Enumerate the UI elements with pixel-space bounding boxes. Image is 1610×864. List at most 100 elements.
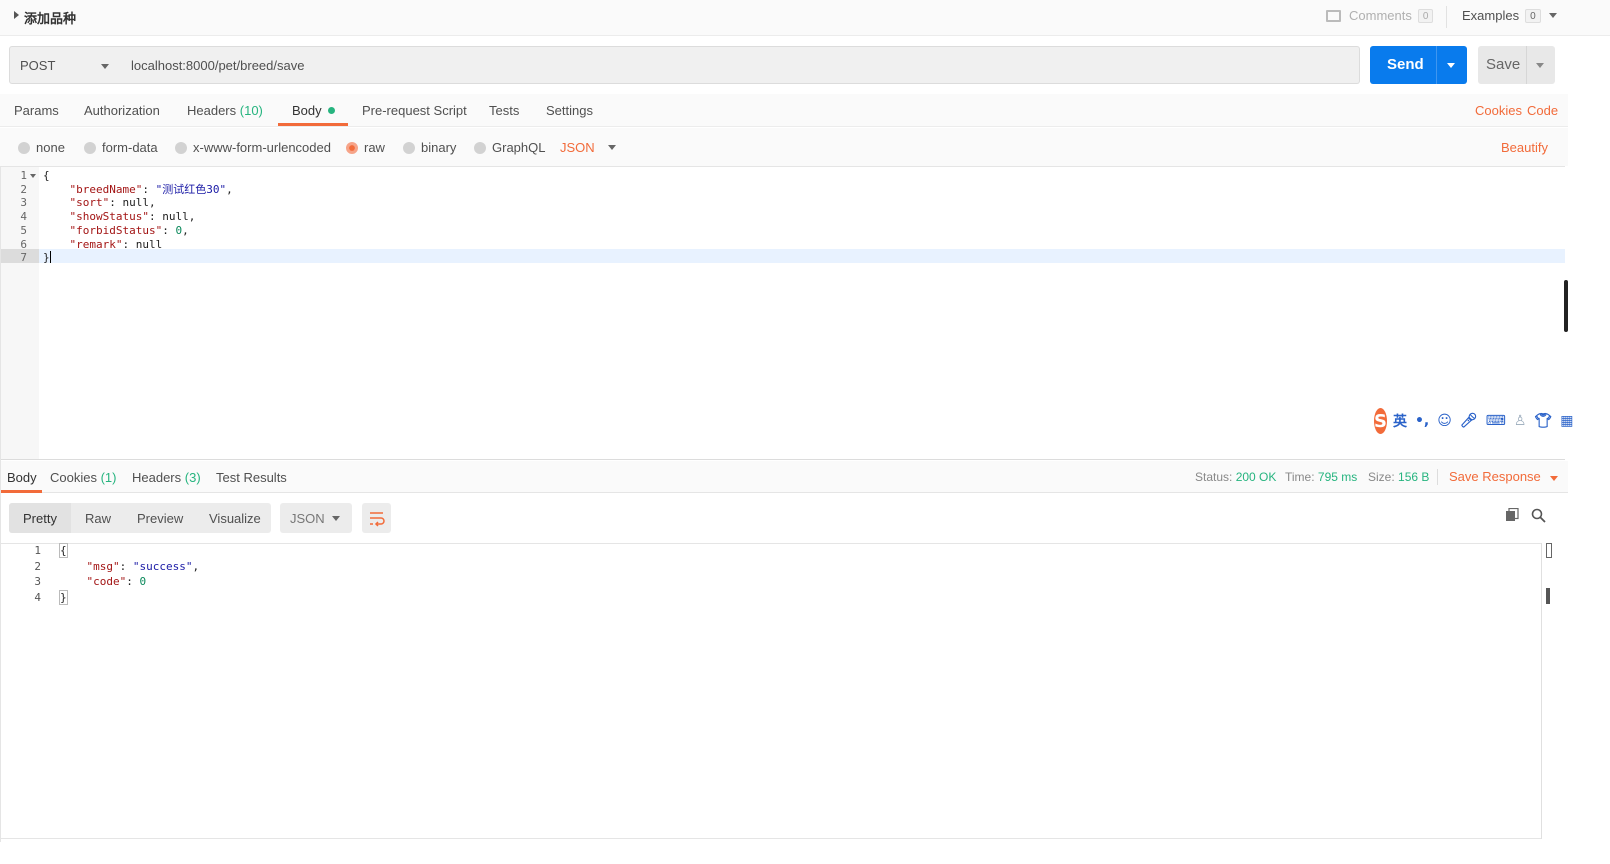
- json-value: 0: [139, 575, 147, 588]
- keyboard-icon[interactable]: ⌨: [1486, 413, 1506, 429]
- json-key: "forbidStatus": [69, 223, 163, 237]
- code-line: 6 "remark": null: [0, 238, 1565, 252]
- ime-mode[interactable]: 英: [1393, 411, 1407, 431]
- radio-binary[interactable]: binary: [403, 140, 456, 155]
- cookies-link[interactable]: Cookies: [1475, 103, 1522, 118]
- collapse-caret-icon[interactable]: [14, 11, 19, 19]
- response-line: 3 "code": 0: [0, 574, 1540, 590]
- radio-raw[interactable]: raw: [346, 140, 385, 155]
- tab-tests[interactable]: Tests: [489, 103, 519, 118]
- tab-pre-request-script[interactable]: Pre-request Script: [362, 103, 467, 118]
- request-body-editor[interactable]: 1{2 "breedName": "测试红色30", 3 "sort": null…: [0, 166, 1565, 460]
- json-comma: ,: [182, 223, 189, 237]
- method-value: POST: [20, 58, 56, 73]
- tab-headers-label: Headers: [187, 103, 237, 118]
- response-body-viewer[interactable]: 1{2 "msg": "success", 3 "code": 0 4}: [0, 543, 1541, 839]
- tab-settings[interactable]: Settings: [546, 103, 593, 118]
- radio-none[interactable]: none: [18, 140, 65, 155]
- save-response-label: Save Response: [1449, 469, 1541, 484]
- radio-urlencoded-label: x-www-form-urlencoded: [193, 140, 331, 155]
- code-line: 5 "forbidStatus": 0,: [0, 224, 1565, 238]
- time-label: Time:: [1285, 470, 1315, 484]
- status-label: Status:: [1195, 470, 1233, 484]
- code-text: "sort": null,: [43, 196, 156, 210]
- copy-icon[interactable]: [1505, 508, 1519, 522]
- tab-body[interactable]: Body: [292, 103, 335, 118]
- view-raw[interactable]: Raw: [85, 511, 111, 526]
- body-format-select[interactable]: JSON: [560, 140, 616, 155]
- brace: }: [59, 589, 68, 605]
- brace: {: [59, 543, 68, 558]
- time-value: 795 ms: [1317, 470, 1358, 484]
- method-select[interactable]: POST: [9, 46, 122, 84]
- json-colon: :: [142, 182, 156, 196]
- code-text: "forbidStatus": 0,: [43, 224, 189, 238]
- status-readout: Status: 200 OK: [1195, 470, 1276, 484]
- microphone-icon[interactable]: 🎤︎: [1460, 413, 1478, 429]
- divider: [1541, 543, 1542, 839]
- radio-graphql[interactable]: GraphQL: [474, 140, 545, 155]
- search-icon[interactable]: [1531, 508, 1546, 523]
- wrap-lines-icon: [370, 512, 385, 527]
- request-title[interactable]: 添加品种: [24, 8, 76, 27]
- code-text: "code": 0: [60, 574, 147, 590]
- comments-button[interactable]: Comments 0: [1326, 8, 1434, 23]
- code-line: 3 "sort": null,: [0, 196, 1565, 210]
- user-icon[interactable]: ♙: [1514, 413, 1527, 429]
- brace: }: [43, 251, 50, 265]
- ime-toolbar[interactable]: S 英 •, ☺ 🎤︎ ⌨ ♙ 👕︎ ▦: [1374, 408, 1574, 434]
- view-preview[interactable]: Preview: [137, 511, 183, 526]
- ime-punctuation[interactable]: •,: [1415, 413, 1429, 429]
- url-value: localhost:8000/pet/breed/save: [131, 58, 305, 73]
- tab-params[interactable]: Params: [14, 103, 59, 118]
- text-cursor: [49, 251, 51, 264]
- response-view-modes: Pretty Raw Preview Visualize: [9, 503, 271, 533]
- radio-icon: [84, 141, 96, 154]
- radio-urlencoded[interactable]: x-www-form-urlencoded: [175, 140, 331, 155]
- code-line: 2 "breedName": "测试红色30",: [0, 183, 1565, 197]
- size-readout: Size: 156 B: [1368, 470, 1429, 484]
- json-key: "msg": [86, 559, 120, 573]
- beautify-link[interactable]: Beautify: [1501, 140, 1548, 155]
- radio-form-data[interactable]: form-data: [84, 140, 158, 155]
- save-button[interactable]: Save: [1478, 46, 1555, 84]
- divider: [1446, 6, 1447, 28]
- view-visualize[interactable]: Visualize: [209, 511, 261, 526]
- save-response-button[interactable]: Save Response: [1449, 469, 1558, 484]
- response-tab-body[interactable]: Body: [7, 470, 37, 485]
- line-number: 3: [20, 196, 27, 210]
- wrap-lines-button[interactable]: [362, 503, 391, 533]
- tab-authorization[interactable]: Authorization: [84, 103, 160, 118]
- radio-raw-label: raw: [364, 140, 385, 155]
- request-tabs: Params Authorization Headers (10) Body P…: [0, 94, 1568, 127]
- code-link[interactable]: Code: [1527, 103, 1558, 118]
- response-format-select[interactable]: JSON: [280, 503, 352, 533]
- editor-scrollbar[interactable]: [1564, 280, 1568, 332]
- fold-chevron-icon[interactable]: [30, 174, 36, 178]
- divider: [1437, 469, 1438, 485]
- send-options-chevron-icon[interactable]: [1447, 63, 1455, 68]
- response-tab-test-results[interactable]: Test Results: [216, 470, 287, 485]
- code-line: 7}: [0, 251, 1565, 265]
- response-scrollbar-thumb[interactable]: [1546, 588, 1550, 604]
- view-pretty[interactable]: Pretty: [23, 511, 57, 526]
- examples-button[interactable]: Examples 0: [1462, 8, 1557, 23]
- json-value: "测试红色30": [155, 182, 227, 196]
- json-key: "code": [86, 575, 127, 588]
- send-button[interactable]: Send: [1370, 46, 1467, 84]
- response-tab-cookies[interactable]: Cookies (1): [50, 470, 116, 485]
- url-input[interactable]: localhost:8000/pet/breed/save: [121, 46, 1360, 84]
- line-number: 6: [20, 237, 27, 251]
- response-tab-headers[interactable]: Headers (3): [132, 470, 201, 485]
- save-options-chevron-icon[interactable]: [1536, 63, 1544, 68]
- skin-icon[interactable]: 👕︎: [1534, 413, 1552, 429]
- tab-headers[interactable]: Headers (10): [187, 103, 263, 118]
- grid-icon[interactable]: ▦: [1560, 413, 1573, 429]
- emoji-icon[interactable]: ☺: [1437, 413, 1452, 429]
- json-comma: ,: [226, 182, 233, 196]
- radio-icon: [175, 141, 187, 154]
- line-number: 7: [20, 251, 27, 265]
- save-label: Save: [1486, 56, 1521, 73]
- response-scrollbar-top[interactable]: [1546, 543, 1552, 558]
- sogou-logo[interactable]: S: [1374, 408, 1387, 434]
